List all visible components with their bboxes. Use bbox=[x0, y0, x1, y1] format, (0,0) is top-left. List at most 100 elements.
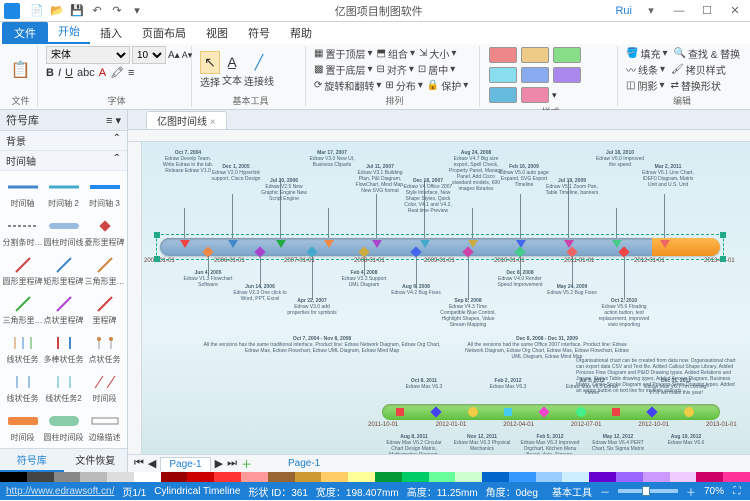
library-item[interactable]: 时间轴 2 bbox=[43, 173, 84, 212]
replace-shape-button[interactable]: ⇄ 替换形状 bbox=[670, 78, 720, 93]
qat-open-icon[interactable]: 📂 bbox=[48, 3, 66, 19]
page-last-icon[interactable]: ⏭ bbox=[227, 457, 237, 470]
select-tool-icon[interactable]: ↖ bbox=[200, 51, 220, 74]
doc-tab-close-icon[interactable]: × bbox=[210, 117, 216, 128]
close-button[interactable]: ✕ bbox=[722, 2, 748, 20]
palette-swatch[interactable] bbox=[616, 472, 643, 482]
tab-layout[interactable]: 页面布局 bbox=[132, 22, 196, 44]
library-item[interactable]: 线状任务 bbox=[2, 329, 43, 368]
user-label[interactable]: Rui bbox=[611, 2, 636, 20]
qat-more-icon[interactable]: ▾ bbox=[128, 3, 146, 19]
zoom-in-icon[interactable]: ＋ bbox=[684, 484, 698, 498]
align-icon[interactable]: ≡ bbox=[128, 67, 134, 79]
palette-swatch[interactable] bbox=[455, 472, 482, 482]
page-prev-icon[interactable]: ◀ bbox=[148, 457, 156, 470]
palette-swatch[interactable] bbox=[0, 472, 27, 482]
rotate-button[interactable]: ⟳ 旋转和翻转 ▾ bbox=[314, 78, 381, 93]
palette-swatch[interactable] bbox=[509, 472, 536, 482]
tab-view[interactable]: 视图 bbox=[196, 22, 238, 44]
send-back-button[interactable]: ▩ 置于底层 ▾ bbox=[314, 62, 372, 77]
palette-swatch[interactable] bbox=[54, 472, 81, 482]
size-button[interactable]: ⇲ 大小 ▾ bbox=[419, 46, 456, 61]
sidebar-foot-recover[interactable]: 文件恢复 bbox=[64, 449, 128, 472]
library-item[interactable]: 里程碑 bbox=[84, 290, 125, 329]
library-item[interactable]: 时间段 bbox=[84, 368, 125, 407]
sidebar-sec-timeline[interactable]: 时间轴 bbox=[6, 153, 36, 168]
maximize-button[interactable]: ☐ bbox=[694, 2, 720, 20]
palette-swatch[interactable] bbox=[348, 472, 375, 482]
qat-undo-icon[interactable]: ↶ bbox=[88, 3, 106, 19]
distribute-button[interactable]: ⊞ 分布 ▾ bbox=[385, 78, 422, 93]
palette-swatch[interactable] bbox=[214, 472, 241, 482]
style-swatch-1[interactable] bbox=[489, 47, 517, 63]
library-item[interactable]: 时间段 bbox=[2, 407, 43, 446]
library-item[interactable]: 线状任务2 bbox=[43, 368, 84, 407]
style-swatch-5[interactable] bbox=[521, 67, 549, 83]
palette-swatch[interactable] bbox=[536, 472, 563, 482]
font-size-select[interactable]: 10 bbox=[132, 46, 166, 64]
library-item[interactable]: 时间轴 3 bbox=[84, 173, 125, 212]
palette-swatch[interactable] bbox=[268, 472, 295, 482]
zoom-out-icon[interactable]: － bbox=[598, 484, 612, 498]
milestone-marker[interactable] bbox=[576, 407, 586, 417]
milestone-marker[interactable] bbox=[468, 407, 478, 417]
palette-swatch[interactable] bbox=[670, 472, 697, 482]
minimize-button[interactable]: — bbox=[666, 2, 692, 20]
palette-swatch[interactable] bbox=[80, 472, 107, 482]
library-item[interactable]: 多棒状任务 bbox=[43, 329, 84, 368]
palette-swatch[interactable] bbox=[27, 472, 54, 482]
doc-tab[interactable]: 亿图时间线 × bbox=[146, 111, 227, 129]
find-replace-button[interactable]: 🔍 查找 & 替换 bbox=[673, 46, 740, 61]
shadow-button[interactable]: ◫ 阴影 ▾ bbox=[626, 78, 664, 93]
library-item[interactable]: 圆形里程碑 bbox=[2, 251, 43, 290]
user-dropdown-icon[interactable]: ▾ bbox=[638, 2, 664, 20]
palette-swatch[interactable] bbox=[161, 472, 188, 482]
tab-insert[interactable]: 插入 bbox=[90, 22, 132, 44]
status-url[interactable]: http://www.edrawsoft.cn/ bbox=[6, 486, 114, 497]
style-swatch-2[interactable] bbox=[521, 47, 549, 63]
sec-bg-toggle-icon[interactable]: ⌃ bbox=[113, 133, 121, 148]
palette-swatch[interactable] bbox=[134, 472, 161, 482]
library-item[interactable]: 时间轴 bbox=[2, 173, 43, 212]
palette-swatch[interactable] bbox=[321, 472, 348, 482]
font-name-select[interactable]: 宋体 bbox=[46, 46, 130, 64]
style-more-icon[interactable]: ▾ bbox=[552, 90, 557, 101]
page-tab-2[interactable]: Page-1 bbox=[280, 457, 328, 470]
qat-save-icon[interactable]: 💾 bbox=[68, 3, 86, 19]
strike-button[interactable]: abc bbox=[77, 67, 95, 79]
library-item[interactable]: 分割条时… bbox=[2, 212, 43, 251]
style-swatch-7[interactable] bbox=[489, 87, 517, 103]
library-item[interactable]: 点状任务 bbox=[84, 329, 125, 368]
library-item[interactable]: 线状任务 bbox=[2, 368, 43, 407]
group-button[interactable]: ⬒ 组合 ▾ bbox=[376, 46, 414, 61]
page-add-icon[interactable]: ＋ bbox=[241, 456, 252, 472]
grow-font-icon[interactable]: A▴ bbox=[168, 50, 180, 61]
protect-button[interactable]: 🔒 保护 ▾ bbox=[427, 78, 468, 93]
italic-button[interactable]: I bbox=[58, 67, 61, 79]
sec-tl-toggle-icon[interactable]: ⌃ bbox=[113, 153, 121, 168]
canvas[interactable]: 2005-01-012006-01-012007-01-012008-01-01… bbox=[142, 142, 750, 454]
library-item[interactable]: 矩形里程碑 bbox=[43, 251, 84, 290]
sidebar-menu-icon[interactable]: ≡ ▾ bbox=[106, 114, 121, 127]
qat-new-icon[interactable]: 📄 bbox=[28, 3, 46, 19]
style-swatch-8[interactable] bbox=[521, 87, 549, 103]
milestone-marker[interactable] bbox=[504, 408, 512, 416]
palette-swatch[interactable] bbox=[643, 472, 670, 482]
paste-icon[interactable]: 📋 bbox=[8, 57, 33, 83]
tab-symbol[interactable]: 符号 bbox=[238, 22, 280, 44]
library-item[interactable]: 三角形里… bbox=[2, 290, 43, 329]
palette-swatch[interactable] bbox=[723, 472, 750, 482]
page-first-icon[interactable]: ⏮ bbox=[134, 457, 144, 470]
palette-swatch[interactable] bbox=[482, 472, 509, 482]
palette-swatch[interactable] bbox=[241, 472, 268, 482]
page-tab-1[interactable]: Page-1 bbox=[160, 457, 210, 471]
color-palette[interactable] bbox=[0, 472, 750, 482]
library-item[interactable]: 圆柱时间线 bbox=[43, 212, 84, 251]
underline-button[interactable]: U bbox=[65, 67, 73, 79]
tab-help[interactable]: 帮助 bbox=[280, 22, 322, 44]
line-button[interactable]: 〰 线条 ▾ bbox=[626, 62, 665, 77]
bold-button[interactable]: B bbox=[46, 67, 54, 79]
fill-button[interactable]: 🪣 填充 ▾ bbox=[626, 46, 667, 61]
palette-swatch[interactable] bbox=[696, 472, 723, 482]
highlight-icon[interactable]: 🖍 bbox=[110, 66, 124, 79]
